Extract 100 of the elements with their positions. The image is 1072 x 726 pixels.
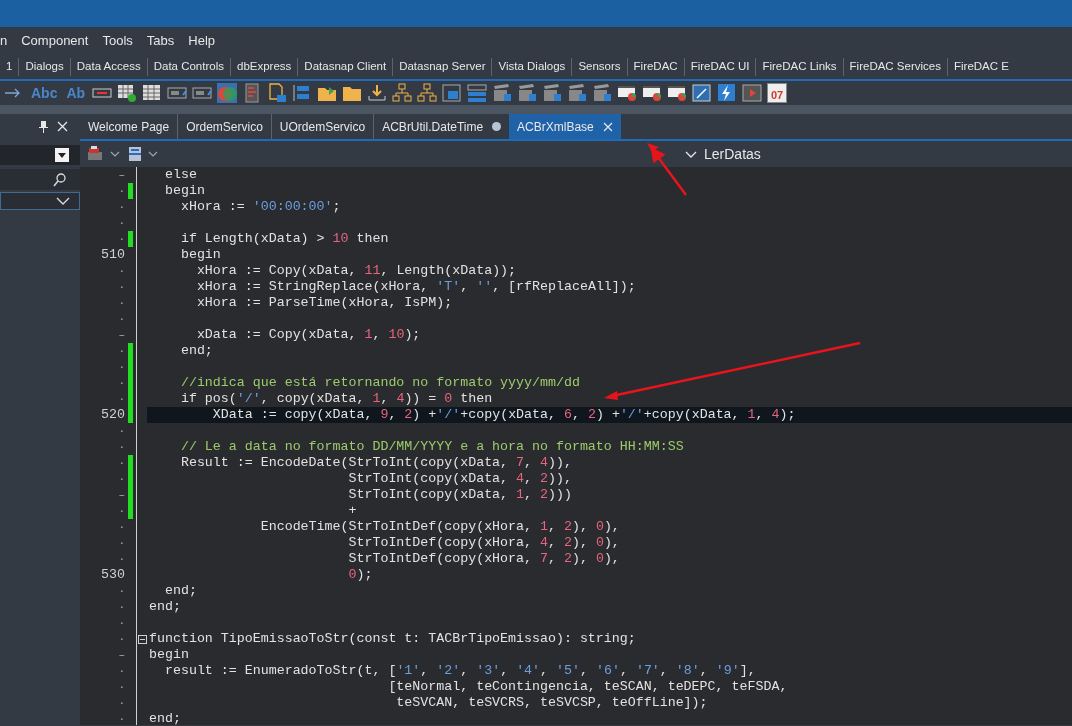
code-line: else [163,167,198,183]
gutter-mark: · [118,600,125,615]
collapse-icon[interactable] [137,634,147,644]
clapper-icon[interactable] [517,83,538,103]
palette-tab[interactable]: Data Controls [146,58,230,76]
gutter-mark: · [118,456,125,471]
code-line: xData := Copy(xData, 1, 10); [195,327,422,343]
gutter-mark: · [118,440,125,455]
line-number: 530 [101,567,125,583]
menu-item[interactable]: Help [188,31,216,51]
gutter-mark: · [118,344,125,359]
method-selector[interactable]: LerDatas [685,143,761,165]
menu-item[interactable]: Tools [102,31,133,51]
code-line: StrToInt(copy(xData, 1, 2))) [347,487,573,503]
download-icon[interactable] [367,83,388,103]
clapper-icon[interactable] [542,83,563,103]
gutter-mark: · [118,232,125,247]
code-line: //indica que está retornando no formato yyyy/mm/dd [179,375,581,391]
palette-tab[interactable]: dbExpress [230,58,298,76]
gutter-mark: – [118,488,125,503]
clapper-icon[interactable] [492,83,513,103]
code-line: xHora := StringReplace(xHora, 'T', '', [rfReplaceAll]); [195,279,637,295]
palette-tab[interactable]: Data Access [69,58,147,76]
code-line: xHora := Copy(xData, 11, Length(xData)); [195,263,518,279]
grid-icon[interactable] [142,83,163,103]
gutter-mark: · [118,520,125,535]
gutter-mark: · [118,312,125,327]
dropdown[interactable] [0,145,80,165]
gutter-mark: – [118,648,125,663]
code-line: function TipoEmissaoToStr(const t: TACBrTipoEmissao): string; [148,631,637,647]
chevron-icon [685,150,697,158]
gutter-mark: · [118,552,125,567]
menu-item[interactable]: n [0,31,8,51]
gutter-mark: · [118,680,125,695]
gutter-mark: · [118,616,125,631]
tree-icon[interactable] [417,83,438,103]
pin-icon[interactable] [39,120,48,133]
menu-item[interactable]: Component [21,31,89,51]
chevron-icon[interactable] [148,151,158,157]
close-icon[interactable] [602,121,613,132]
code-line: + [347,503,358,519]
annotation-arrow [647,143,687,196]
code-line: begin [148,647,190,663]
code-line: begin [163,183,206,199]
window-icon[interactable] [642,83,663,103]
window-icon[interactable] [617,83,638,103]
method-name: LerDatas [704,144,761,164]
palette-tab[interactable]: FireDAC [626,58,684,76]
calendar-icon[interactable]: 07 [767,83,788,103]
window-icon[interactable] [128,146,142,162]
search-field[interactable] [0,169,80,190]
gutter-mark: · [118,200,125,215]
chevron-icon [56,197,70,205]
code-line: begin [179,247,222,263]
palette-tab[interactable]: FireDAC Links [755,58,843,76]
code-line: StrToInt(copy(xData, 4, 2)), [347,471,573,487]
palette-tab[interactable]: Datasnap Server [392,58,492,76]
gutter-mark: · [118,376,125,391]
palette-tab[interactable]: FireDAC UI [683,58,756,76]
edit-window-icon[interactable] [692,83,713,103]
code-line: xHora := '00:00:00'; [179,199,342,215]
code-line: [teNormal, teContingencia, teSCAN, teDEPC, teFSDA, [387,679,789,695]
editor-tab[interactable]: Welcome Page [80,114,178,139]
gutter-mark: – [118,168,125,183]
clapper-icon[interactable] [592,83,613,103]
menu-item[interactable]: Tabs [146,31,175,51]
code-line: StrToIntDef(copy(xHora, 7, 2), 0), [347,551,621,567]
list-icon[interactable] [467,83,488,103]
palette-tab[interactable]: Dialogs [18,58,70,76]
palette-tab[interactable]: Datasnap Client [297,58,393,76]
code-line: end; [163,583,198,599]
close-icon[interactable] [57,121,68,132]
palette-tab[interactable]: Sensors [571,58,627,76]
line-number: 510 [101,247,125,263]
gutter-mark: · [118,712,125,725]
gutter-mark: · [118,184,125,199]
toolbox-icon[interactable] [86,146,104,162]
code-line: if Length(xData) > 10 then [179,231,390,247]
code-line: end; [179,343,214,359]
gutter-mark: · [118,216,125,231]
window-icon[interactable] [667,83,688,103]
gutter-mark: · [118,696,125,711]
palette-tab[interactable]: FireDAC Services [842,58,947,76]
palette-tab[interactable]: Vista Dialogs [491,58,572,76]
code-line: end; [148,711,182,725]
combo-box[interactable] [0,192,80,210]
tree-icon[interactable] [392,83,413,103]
lightning-icon[interactable] [717,83,738,103]
color-wheel-icon[interactable] [217,83,238,103]
code-line: result := EnumeradoToStr(t, ['1', '2', '3', '4', '5', '6', '7', '8', '9'], [163,663,757,679]
chevron-icon[interactable] [110,151,120,157]
gutter-mark: · [118,504,125,519]
document-icon[interactable] [267,83,288,103]
gutter-mark: · [118,392,125,407]
palette-tab[interactable]: 1 [0,58,19,76]
grid-icon[interactable] [117,83,138,103]
clapper-icon[interactable] [567,83,588,103]
code-line: StrToIntDef(copy(xHora, 4, 2), 0), [347,535,621,551]
palette-tab[interactable]: FireDAC E [946,58,1015,76]
editor-tab[interactable]: ACBrXmlBase [509,114,621,139]
